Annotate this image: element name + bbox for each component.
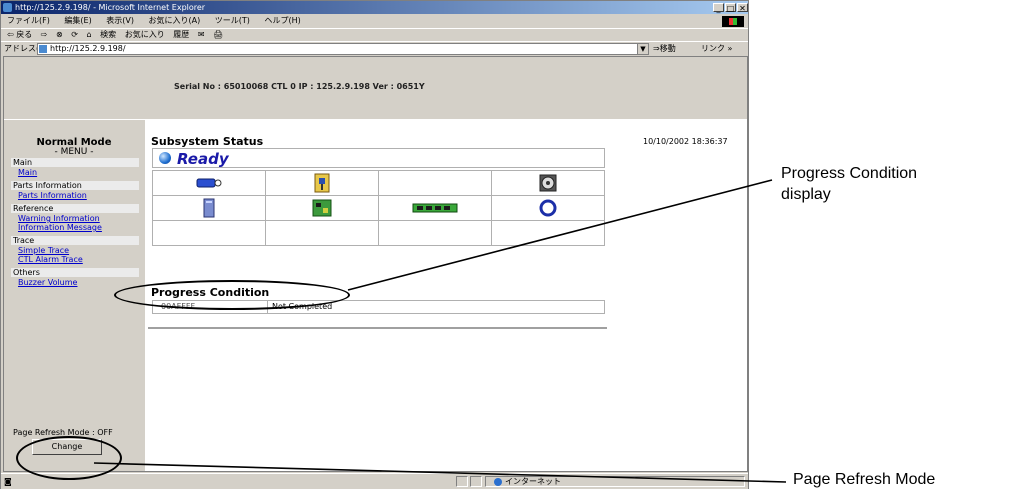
- controller-icon: [314, 173, 330, 193]
- globe-icon: [494, 477, 502, 486]
- history-button[interactable]: 履歴: [173, 30, 189, 39]
- grid-row: [152, 170, 605, 196]
- link-simple-trace[interactable]: Simple Trace: [18, 246, 69, 255]
- print-button[interactable]: 🖨: [213, 30, 223, 39]
- ie-logo-icon: [3, 3, 12, 12]
- divider: [148, 327, 607, 329]
- fan-icon: [539, 174, 557, 192]
- menu-view[interactable]: 表示(V): [106, 16, 134, 25]
- windows-logo-icon: [722, 16, 744, 27]
- disk-drive-icon: [203, 198, 215, 218]
- page-content: Serial No : 65010068 CTL 0 IP : 125.2.9.…: [3, 56, 748, 472]
- menu-edit[interactable]: 編集(E): [64, 16, 91, 25]
- minimize-button[interactable]: _: [713, 3, 724, 13]
- forward-button[interactable]: ⇨: [41, 30, 48, 39]
- address-dropdown-button[interactable]: ▼: [637, 43, 649, 55]
- back-button[interactable]: ⇦ 戻る: [7, 30, 32, 39]
- refresh-button[interactable]: ⟳: [71, 30, 78, 39]
- menu-bar: ファイル(F) 編集(E) 表示(V) お気に入り(A) ツール(T) ヘルプ(…: [1, 15, 748, 27]
- mail-button[interactable]: ✉: [198, 30, 205, 39]
- toolbar: ⇦ 戻る ⇨ ⊗ ⟳ ⌂ 検索 お気に入り 履歴 ✉ 🖨: [1, 28, 748, 41]
- browser-window: http://125.2.9.198/ - Microsoft Internet…: [0, 0, 749, 489]
- section-others: Others: [11, 268, 139, 277]
- favorites-button[interactable]: お気に入り: [125, 30, 165, 39]
- link-warning-information[interactable]: Warning Information: [18, 214, 100, 223]
- memory-module-icon: [412, 203, 458, 213]
- ready-status-bar: Ready: [152, 148, 605, 168]
- serial-info: Serial No : 65010068 CTL 0 IP : 125.2.9.…: [174, 82, 425, 91]
- subsystem-status-title: Subsystem Status: [151, 135, 264, 148]
- page-refresh-annotation: Page Refresh Mode: [793, 471, 936, 488]
- menu-tools[interactable]: ツール(T): [215, 16, 250, 25]
- links-button[interactable]: リンク »: [701, 42, 732, 55]
- address-value: http://125.2.9.198/: [50, 44, 126, 53]
- progress-condition-annotation: Progress Condition display: [781, 165, 918, 203]
- menu-label: - MENU -: [54, 147, 94, 157]
- link-ctl-alarm-trace[interactable]: CTL Alarm Trace: [18, 255, 83, 264]
- grid-cell[interactable]: [491, 170, 605, 196]
- section-reference: Reference: [11, 204, 139, 213]
- status-zone-text: インターネット: [505, 477, 561, 486]
- page-icon: [39, 45, 47, 53]
- grid-cell[interactable]: [264, 170, 379, 196]
- grid-row: [152, 220, 605, 246]
- status-zone: インターネット: [494, 476, 561, 487]
- status-segment: [456, 476, 468, 487]
- ready-status-text: Ready: [177, 150, 229, 168]
- grid-cell[interactable]: [152, 195, 266, 221]
- menu-help[interactable]: ヘルプ(H): [264, 16, 300, 25]
- menu-file[interactable]: ファイル(F): [7, 16, 50, 25]
- section-main: Main: [11, 158, 139, 167]
- home-button[interactable]: ⌂: [87, 30, 92, 39]
- grid-cell[interactable]: [491, 220, 605, 246]
- grid-cell[interactable]: [377, 170, 493, 196]
- component-grid: [152, 170, 605, 246]
- circuit-board-icon: [312, 199, 332, 217]
- status-bar: ◙ インターネット: [1, 473, 748, 489]
- status-page-icon: ◙: [4, 477, 12, 486]
- battery-icon: [196, 178, 222, 188]
- menu-favorites[interactable]: お気に入り(A): [149, 16, 201, 25]
- grid-row: [152, 195, 605, 221]
- grid-cell[interactable]: [264, 220, 379, 246]
- grid-cell[interactable]: [491, 195, 605, 221]
- link-information-message[interactable]: Information Message: [18, 223, 102, 232]
- status-datetime: 10/10/2002 18:36:37: [643, 137, 728, 146]
- refresh-callout-oval: [16, 436, 122, 480]
- grid-cell[interactable]: [264, 195, 379, 221]
- close-button[interactable]: ✕: [737, 3, 748, 13]
- ready-status-icon: [159, 152, 171, 164]
- grid-cell[interactable]: [152, 220, 266, 246]
- address-bar: アドレス(D) http://125.2.9.198/ ▼ ⇒移動 リンク »: [1, 41, 748, 55]
- window-title: http://125.2.9.198/ - Microsoft Internet…: [15, 3, 206, 12]
- title-bar: http://125.2.9.198/ - Microsoft Internet…: [1, 1, 748, 14]
- link-parts-information[interactable]: Parts Information: [18, 191, 87, 200]
- link-buzzer-volume[interactable]: Buzzer Volume: [18, 278, 77, 287]
- grid-cell[interactable]: [152, 170, 266, 196]
- go-label: 移動: [659, 44, 676, 53]
- grid-cell[interactable]: [377, 220, 493, 246]
- maximize-button[interactable]: □: [725, 3, 736, 13]
- go-button[interactable]: ⇒移動: [653, 42, 676, 55]
- grid-cell[interactable]: [377, 195, 493, 221]
- ring-status-icon: [539, 199, 557, 217]
- link-main[interactable]: Main: [18, 168, 37, 177]
- status-segment: [470, 476, 482, 487]
- section-parts-information: Parts Information: [11, 181, 139, 190]
- progress-callout-oval: [114, 280, 350, 310]
- search-button[interactable]: 検索: [100, 30, 116, 39]
- stop-button[interactable]: ⊗: [56, 30, 63, 39]
- go-arrow-icon: ⇒: [653, 44, 660, 53]
- section-trace: Trace: [11, 236, 139, 245]
- address-input[interactable]: http://125.2.9.198/: [37, 43, 646, 55]
- header-frame: Serial No : 65010068 CTL 0 IP : 125.2.9.…: [4, 57, 747, 120]
